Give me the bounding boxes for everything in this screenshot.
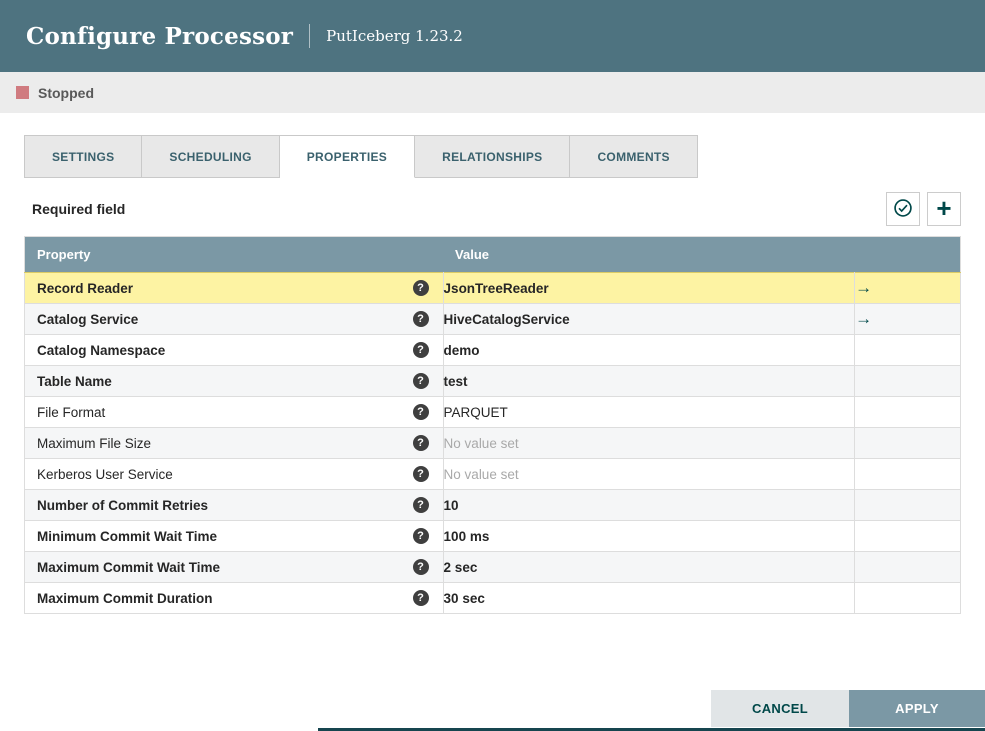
help-icon[interactable]: ? xyxy=(412,466,429,482)
column-header-property: Property xyxy=(24,236,444,273)
property-row-file-format[interactable]: File Format? PARQUET xyxy=(24,396,961,428)
help-icon[interactable]: ? xyxy=(412,311,429,327)
help-icon[interactable]: ? xyxy=(412,280,429,296)
property-value[interactable]: No value set xyxy=(444,436,519,451)
property-row-number-of-commit-retries[interactable]: Number of Commit Retries? 10 xyxy=(24,489,961,521)
toolbar-buttons: + xyxy=(886,192,961,226)
add-property-button[interactable]: + xyxy=(927,192,961,226)
property-row-catalog-service[interactable]: Catalog Service? HiveCatalogService → xyxy=(24,303,961,335)
dialog-content: SETTINGS SCHEDULING PROPERTIES RELATIONSHIP… xyxy=(0,113,985,614)
property-value[interactable]: test xyxy=(444,374,468,389)
property-name: Table Name xyxy=(37,373,112,389)
dialog-title: Configure Processor xyxy=(26,22,294,50)
property-value[interactable]: 10 xyxy=(444,498,459,513)
apply-button[interactable]: APPLY xyxy=(849,690,985,727)
tab-properties[interactable]: PROPERTIES xyxy=(279,135,416,178)
property-row-kerberos-user-service[interactable]: Kerberos User Service? No value set xyxy=(24,458,961,490)
configure-processor-dialog: Configure Processor PutIceberg 1.23.2 St… xyxy=(0,0,985,731)
properties-table-body: Record Reader? JsonTreeReader → Catalog Ser… xyxy=(24,272,961,614)
property-name: Record Reader xyxy=(37,280,134,296)
property-row-maximum-commit-wait-time[interactable]: Maximum Commit Wait Time? 2 sec xyxy=(24,551,961,583)
check-circle-icon xyxy=(893,198,913,221)
properties-toolbar: Required field + xyxy=(24,192,961,226)
property-value[interactable]: No value set xyxy=(444,467,519,482)
property-row-maximum-file-size[interactable]: Maximum File Size? No value set xyxy=(24,427,961,459)
plus-icon: + xyxy=(936,192,952,223)
property-name: Maximum File Size xyxy=(37,435,152,451)
processor-name-version: PutIceberg 1.23.2 xyxy=(326,27,463,45)
property-value[interactable]: JsonTreeReader xyxy=(444,281,549,296)
tab-settings[interactable]: SETTINGS xyxy=(24,135,143,178)
stopped-status-icon xyxy=(16,86,29,99)
help-icon[interactable]: ? xyxy=(412,497,429,513)
property-name: Kerberos User Service xyxy=(37,466,173,482)
dialog-footer: CANCEL APPLY xyxy=(711,690,985,727)
go-to-service-icon[interactable]: → xyxy=(855,309,872,328)
property-value[interactable]: 2 sec xyxy=(444,560,478,575)
tab-comments[interactable]: COMMENTS xyxy=(570,135,698,178)
properties-table: Property Value Record Reader? JsonTreeRea… xyxy=(24,236,961,614)
property-row-table-name[interactable]: Table Name? test xyxy=(24,365,961,397)
column-header-value: Value xyxy=(443,236,961,273)
help-icon[interactable]: ? xyxy=(412,373,429,389)
dialog-header: Configure Processor PutIceberg 1.23.2 xyxy=(0,0,985,72)
help-icon[interactable]: ? xyxy=(412,435,429,451)
cancel-button[interactable]: CANCEL xyxy=(711,690,849,727)
property-value[interactable]: 30 sec xyxy=(444,591,485,606)
help-icon[interactable]: ? xyxy=(412,404,429,420)
go-to-service-icon[interactable]: → xyxy=(855,278,872,297)
property-name: Maximum Commit Duration xyxy=(37,590,213,606)
property-name: Maximum Commit Wait Time xyxy=(37,559,221,575)
help-icon[interactable]: ? xyxy=(412,342,429,358)
property-name: Number of Commit Retries xyxy=(37,497,209,513)
property-name: Catalog Service xyxy=(37,311,139,327)
property-value[interactable]: PARQUET xyxy=(444,405,508,420)
tab-scheduling[interactable]: SCHEDULING xyxy=(142,135,280,178)
property-name: File Format xyxy=(37,404,106,420)
property-value[interactable]: demo xyxy=(444,343,480,358)
table-header-row: Property Value xyxy=(24,236,961,273)
tab-bar: SETTINGS SCHEDULING PROPERTIES RELATIONSHIP… xyxy=(24,135,961,178)
property-name: Minimum Commit Wait Time xyxy=(37,528,218,544)
help-icon[interactable]: ? xyxy=(412,559,429,575)
property-name: Catalog Namespace xyxy=(37,342,166,358)
property-row-record-reader[interactable]: Record Reader? JsonTreeReader → xyxy=(24,272,961,304)
property-value[interactable]: HiveCatalogService xyxy=(444,312,570,327)
property-row-catalog-namespace[interactable]: Catalog Namespace? demo xyxy=(24,334,961,366)
status-label: Stopped xyxy=(38,84,94,101)
title-separator xyxy=(309,24,311,48)
help-icon[interactable]: ? xyxy=(412,590,429,606)
tab-relationships[interactable]: RELATIONSHIPS xyxy=(415,135,571,178)
status-bar: Stopped xyxy=(0,72,985,113)
property-row-maximum-commit-duration[interactable]: Maximum Commit Duration? 30 sec xyxy=(24,582,961,614)
required-field-label: Required field xyxy=(32,201,126,217)
property-value[interactable]: 100 ms xyxy=(444,529,490,544)
help-icon[interactable]: ? xyxy=(412,528,429,544)
property-row-minimum-commit-wait-time[interactable]: Minimum Commit Wait Time? 100 ms xyxy=(24,520,961,552)
verify-properties-button[interactable] xyxy=(886,192,920,226)
